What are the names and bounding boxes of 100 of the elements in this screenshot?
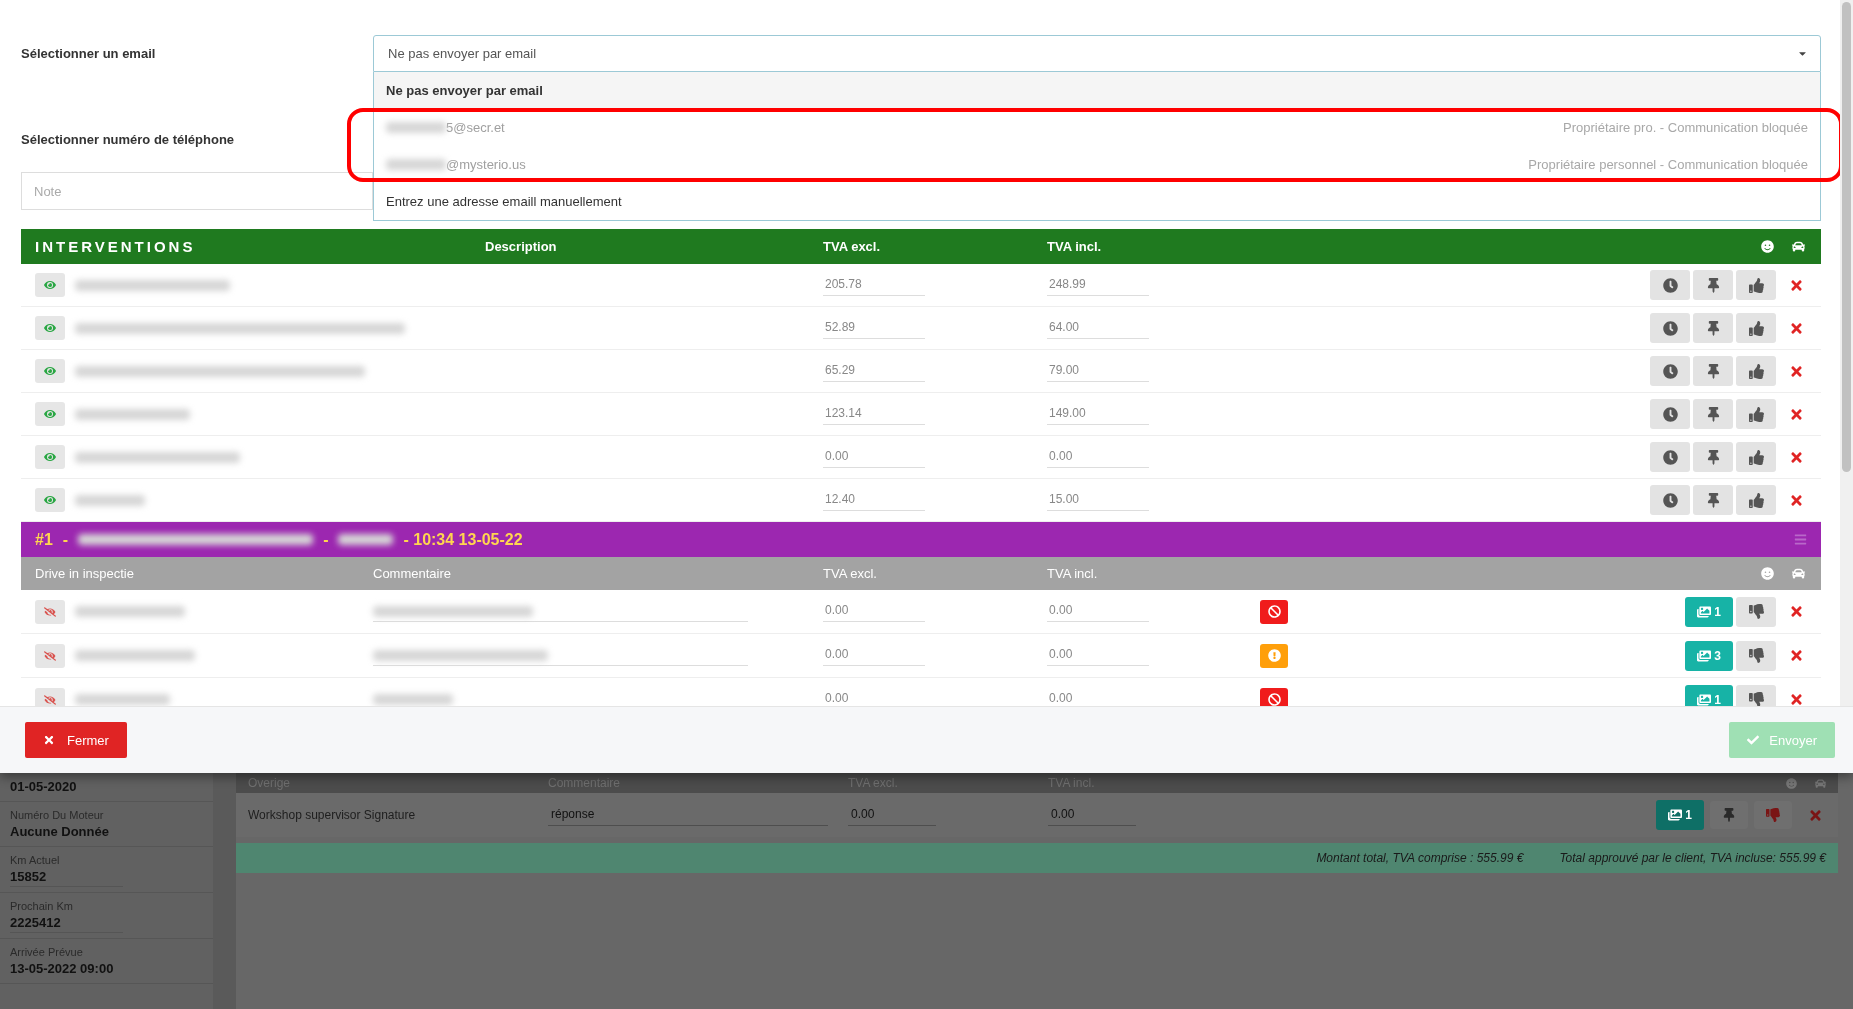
eye-icon — [44, 322, 56, 334]
thumbs-down-icon — [1748, 648, 1764, 663]
table-header: INTERVENTIONS Description TVA excl. TVA incl. — [21, 229, 1821, 264]
thumbs-down-button[interactable] — [1736, 596, 1776, 627]
clock-button[interactable] — [1650, 313, 1690, 343]
visibility-button[interactable] — [35, 488, 65, 512]
info-value: 01-05-2020 — [10, 779, 78, 796]
amount-field[interactable]: 0.00 — [823, 446, 925, 468]
amount-field[interactable]: 0.00 — [1047, 645, 1149, 666]
clock-button[interactable] — [1650, 442, 1690, 472]
field-label: Sélectionner un email — [21, 46, 157, 61]
visibility-button[interactable] — [35, 687, 65, 706]
amount-field[interactable]: 0.00 — [1048, 804, 1136, 826]
thumbs-up-button[interactable] — [1736, 485, 1776, 515]
clock-icon — [1662, 277, 1678, 293]
thumbs-up-button[interactable] — [1736, 356, 1776, 386]
clock-button[interactable] — [1650, 356, 1690, 386]
thumbs-up-button[interactable] — [1736, 442, 1776, 472]
visibility-button[interactable] — [35, 316, 65, 340]
amount-field[interactable]: 0.00 — [823, 645, 925, 666]
amount-field[interactable]: 65.29 — [823, 360, 925, 382]
images-icon — [1668, 808, 1683, 822]
note-field[interactable]: Note — [21, 172, 373, 210]
visibility-button[interactable] — [35, 643, 65, 668]
clock-button[interactable] — [1650, 399, 1690, 429]
images-icon — [1697, 604, 1712, 619]
visibility-button[interactable] — [35, 359, 65, 383]
thumbs-down-button[interactable] — [1736, 640, 1776, 671]
pin-button[interactable] — [1693, 356, 1733, 386]
eye-icon — [44, 408, 56, 420]
amount-field[interactable]: 123.14 — [823, 403, 925, 425]
email-select[interactable]: Ne pas envoyer par email — [373, 35, 1821, 72]
thumbs-up-icon — [1748, 363, 1764, 379]
dropdown-option[interactable]: Ne pas envoyer par email — [374, 72, 1820, 109]
photos-button[interactable]: 1 — [1685, 596, 1733, 627]
amount-field[interactable]: 248.99 — [1047, 274, 1149, 296]
amount-field[interactable]: 15.00 — [1047, 489, 1149, 511]
visibility-button[interactable] — [35, 273, 65, 297]
pin-icon — [1705, 363, 1721, 379]
amount-field[interactable]: 0.00 — [823, 601, 925, 622]
thumbs-up-icon — [1748, 277, 1764, 293]
photos-button[interactable]: 1 — [1656, 800, 1704, 830]
thumbs-down-button[interactable] — [1754, 801, 1792, 829]
amount-field[interactable]: 149.00 — [1047, 403, 1149, 425]
table-cell-text: Workshop supervisor Signature — [248, 808, 417, 822]
clock-icon — [1662, 320, 1678, 336]
info-field[interactable]: 2225412 — [10, 915, 123, 933]
close-button[interactable]: Fermer — [25, 722, 127, 758]
ban-icon — [1267, 605, 1281, 618]
amount-field[interactable]: 64.00 — [1047, 317, 1149, 339]
visibility-button[interactable] — [35, 445, 65, 469]
amount-field[interactable]: 0.00 — [848, 804, 936, 826]
scrollbar[interactable] — [1840, 0, 1853, 706]
amount-field[interactable]: 0.00 — [1047, 446, 1149, 468]
clock-button[interactable] — [1650, 270, 1690, 300]
photos-button[interactable]: 1 — [1685, 684, 1733, 706]
pin-icon — [1705, 320, 1721, 336]
amount-field[interactable]: 12.40 — [823, 489, 925, 511]
car-icon — [1792, 567, 1805, 580]
pin-button[interactable] — [1693, 399, 1733, 429]
thumbs-up-button[interactable] — [1736, 399, 1776, 429]
thumbs-down-button[interactable] — [1736, 684, 1776, 706]
pin-button[interactable] — [1710, 801, 1748, 829]
field-label: Sélectionner numéro de téléphone — [21, 131, 236, 147]
amount-field[interactable]: 0.00 — [1047, 601, 1149, 622]
clock-icon — [1662, 449, 1678, 465]
pin-button[interactable] — [1693, 442, 1733, 472]
pin-button[interactable] — [1693, 313, 1733, 343]
clock-button[interactable] — [1650, 485, 1690, 515]
photos-button[interactable]: 3 — [1685, 640, 1733, 671]
amount-field[interactable]: 52.89 — [823, 317, 925, 339]
sidebar-scrollbar[interactable] — [213, 773, 236, 1009]
thumbs-down-icon — [1766, 808, 1780, 822]
thumbs-up-icon — [1748, 449, 1764, 465]
info-value: 13-05-2022 09:00 — [10, 961, 115, 978]
check-icon — [1747, 734, 1760, 746]
smiley-icon — [1786, 777, 1797, 789]
car-icon — [1815, 777, 1826, 789]
eye-icon — [44, 365, 56, 377]
exclamation-icon — [1267, 649, 1281, 662]
amount-field[interactable]: 79.00 — [1047, 360, 1149, 382]
redacted-text — [386, 159, 446, 170]
pin-icon — [1705, 492, 1721, 508]
eye-slash-icon — [44, 693, 56, 706]
info-field[interactable]: 15852 — [10, 869, 123, 887]
car-icon — [1792, 240, 1805, 253]
pin-icon — [1705, 406, 1721, 422]
amount-field[interactable]: 205.78 — [823, 274, 925, 296]
clock-icon — [1662, 492, 1678, 508]
pin-button[interactable] — [1693, 270, 1733, 300]
thumbs-up-button[interactable] — [1736, 313, 1776, 343]
eye-slash-icon — [44, 649, 56, 662]
visibility-button[interactable] — [35, 599, 65, 624]
thumbs-up-button[interactable] — [1736, 270, 1776, 300]
thumbs-up-icon — [1748, 320, 1764, 336]
comment-field[interactable]: réponse — [548, 804, 828, 826]
visibility-button[interactable] — [35, 402, 65, 426]
redacted-text — [386, 122, 446, 133]
totals-bar: Montant total, TVA comprise : 555.99 € Total approuvé par le client, TVA incluse: 555.99 € — [236, 843, 1838, 873]
pin-button[interactable] — [1693, 485, 1733, 515]
